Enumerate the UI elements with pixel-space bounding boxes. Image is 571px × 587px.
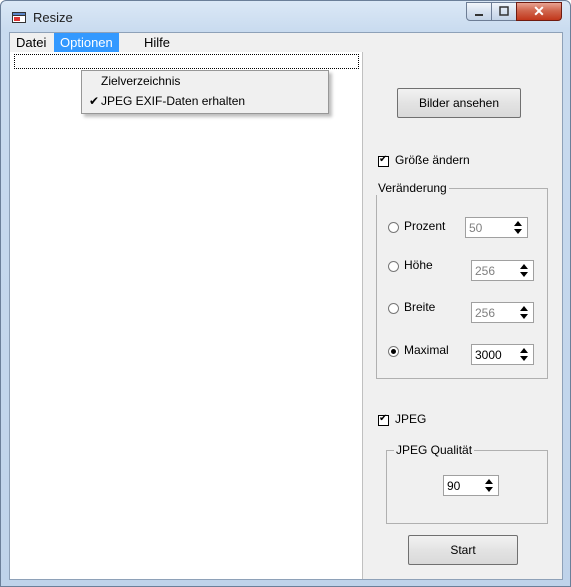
menu-bar: Datei Optionen Hilfe: [10, 33, 562, 52]
menu-item-label: Zielverzeichnis: [101, 74, 181, 88]
breite-value: 256: [475, 306, 496, 320]
maximal-value: 3000: [475, 348, 502, 362]
minimize-icon: [475, 14, 483, 16]
maximize-button[interactable]: [491, 2, 517, 21]
hoehe-spinbox[interactable]: 256: [471, 260, 534, 281]
menu-hilfe[interactable]: Hilfe: [138, 33, 176, 52]
close-icon: ✕: [533, 3, 545, 19]
spin-arrows-icon[interactable]: [518, 305, 531, 320]
spin-arrows-icon[interactable]: [512, 220, 525, 235]
resize-checkbox-label: Größe ändern: [395, 153, 470, 167]
hoehe-value: 256: [475, 264, 496, 278]
view-images-button[interactable]: Bilder ansehen: [397, 88, 521, 118]
window-title: Resize: [33, 10, 73, 25]
quality-group-title: JPEG Qualität: [394, 443, 475, 457]
options-dropdown-menu: Zielverzeichnis ✔ JPEG EXIF-Daten erhalt…: [81, 70, 329, 114]
radio-maximal[interactable]: [388, 346, 399, 357]
checkmark-icon: ✔: [89, 94, 100, 108]
file-list[interactable]: [10, 52, 363, 579]
resize-checkbox[interactable]: [378, 154, 389, 167]
menu-item-zielverzeichnis[interactable]: Zielverzeichnis: [82, 71, 328, 91]
menu-datei[interactable]: Datei: [10, 33, 52, 52]
focus-rectangle: [14, 54, 359, 69]
radio-breite-label: Breite: [404, 300, 436, 314]
window-resize-icon: [12, 12, 26, 23]
app-window: Resize ✕ Datei Optionen Hilfe Bilder ans…: [0, 0, 571, 587]
quality-spinbox[interactable]: 90: [443, 475, 499, 496]
jpeg-checkbox-label: JPEG: [395, 412, 427, 426]
spin-arrows-icon[interactable]: [483, 478, 496, 493]
menu-item-label: JPEG EXIF-Daten erhalten: [101, 94, 246, 108]
minimize-button[interactable]: [466, 2, 492, 21]
client-area: Datei Optionen Hilfe Bilder ansehen Größ…: [9, 32, 563, 580]
radio-maximal-label: Maximal: [404, 343, 449, 357]
start-button[interactable]: Start: [408, 535, 518, 565]
radio-prozent[interactable]: [388, 222, 399, 233]
prozent-value: 50: [469, 221, 483, 235]
radio-hoehe[interactable]: [388, 261, 399, 272]
title-bar[interactable]: Resize ✕: [1, 1, 570, 32]
spin-arrows-icon[interactable]: [518, 347, 531, 362]
close-button[interactable]: ✕: [516, 2, 562, 21]
radio-prozent-label: Prozent: [404, 219, 446, 233]
spin-arrows-icon[interactable]: [518, 263, 531, 278]
radio-breite[interactable]: [388, 303, 399, 314]
radio-hoehe-label: Höhe: [404, 258, 433, 272]
maximal-spinbox[interactable]: 3000: [471, 344, 534, 365]
breite-spinbox[interactable]: 256: [471, 302, 534, 323]
change-group-title: Veränderung: [376, 181, 449, 195]
maximize-icon: [499, 6, 509, 16]
menu-item-jpeg-exif[interactable]: ✔ JPEG EXIF-Daten erhalten: [82, 91, 328, 111]
prozent-spinbox[interactable]: 50: [465, 217, 528, 238]
menu-optionen[interactable]: Optionen: [54, 33, 119, 52]
jpeg-checkbox[interactable]: [378, 413, 389, 426]
quality-value: 90: [447, 479, 461, 493]
